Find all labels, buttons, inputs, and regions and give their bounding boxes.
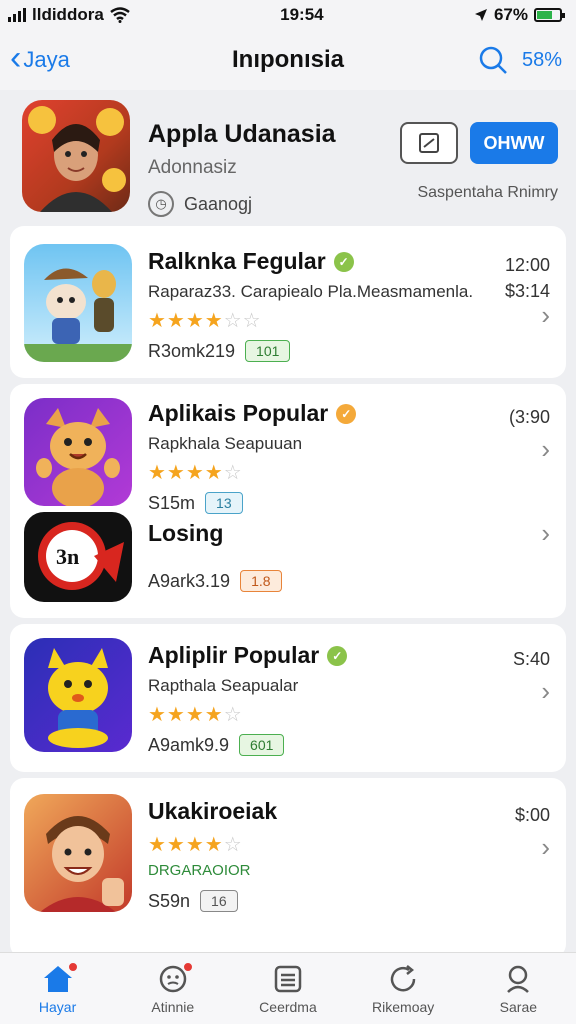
- chevron-right-icon[interactable]: ›: [541, 300, 550, 331]
- chevron-right-icon[interactable]: ›: [541, 832, 550, 863]
- apps-icon: [271, 963, 305, 995]
- tab-label: Hayar: [38, 998, 77, 1015]
- featured-app-meta: Gaanogj: [184, 193, 253, 214]
- verified-badge-icon: ✓: [327, 645, 348, 666]
- app-info: R3omk219: [148, 340, 236, 361]
- app-title: Apliplir Popular: [148, 642, 320, 668]
- app-subtitle: Raparaz33. Carapiealo Pla.Measmamenla.: [148, 282, 474, 301]
- notification-badge: [66, 960, 79, 973]
- app-icon: [24, 244, 132, 362]
- app-icon: [24, 794, 132, 912]
- get-button[interactable]: OHWW: [470, 122, 558, 164]
- nav-bar: ‹ Jaya Inıponısia 58%: [0, 30, 576, 90]
- app-info: A9ark3.19: [148, 570, 231, 591]
- games-icon: [156, 960, 194, 995]
- list-item[interactable]: 3n Losing A9ark3.19 1.8 ›: [10, 496, 566, 606]
- list-item[interactable]: Apliplir Popular ✓ Rapthala Seapualar ★★…: [10, 624, 566, 756]
- battery-percent: 67%: [493, 5, 528, 24]
- carrier-label: lldiddora: [32, 5, 104, 24]
- signal-icon: [8, 8, 26, 22]
- app-pill: 1.8: [240, 570, 282, 592]
- back-button[interactable]: ‹ Jaya: [10, 39, 70, 77]
- rating-stars: ★★★★☆☆: [148, 310, 262, 332]
- clock-icon: ◷: [148, 191, 174, 217]
- tab-apps[interactable]: Ceerdma: [233, 963, 343, 1015]
- edit-icon: [419, 133, 439, 153]
- verified-badge-icon: ✓: [336, 403, 357, 424]
- chevron-right-icon[interactable]: ›: [541, 518, 550, 549]
- app-title: Ukakiroeiak: [148, 798, 278, 824]
- app-card: Ralknka Fegular ✓ Raparaz33. Carapiealo …: [10, 226, 566, 378]
- tab-label: Atinnie: [151, 998, 195, 1015]
- tab-label: Ceerdma: [259, 998, 317, 1015]
- refresh-icon: [386, 963, 420, 995]
- app-subtitle: DRGARAOIOR: [148, 862, 251, 879]
- app-title: Aplikais Popular: [148, 400, 329, 426]
- tab-label: Sarae: [499, 998, 538, 1015]
- app-pill: 16: [200, 890, 238, 912]
- tab-label: Rikemoay: [372, 998, 435, 1015]
- list-item[interactable]: Aplikais Popular ✓ Rapkhala Seapuuan ★★★…: [10, 382, 566, 514]
- tab-search[interactable]: Sarae: [463, 963, 573, 1015]
- tab-updates[interactable]: Rikemoay: [348, 963, 458, 1015]
- app-icon: [24, 638, 132, 752]
- chevron-right-icon[interactable]: ›: [541, 676, 550, 707]
- verified-badge-icon: ✓: [333, 251, 354, 272]
- rating-stars: ★★★★☆: [148, 834, 243, 856]
- notification-badge: [181, 960, 194, 973]
- app-info: A9amk9.9: [148, 734, 230, 755]
- status-time: 19:54: [280, 5, 324, 24]
- app-price: 12:00: [504, 255, 550, 275]
- app-title: Losing: [148, 520, 224, 546]
- tab-bar: Hayar Atinnie Ceerdma Rikemoay Sarae: [0, 952, 576, 1024]
- home-icon: [41, 960, 79, 995]
- list-item[interactable]: Ukakiroeiak ★★★★☆ DRGARAOIOR S59n 16 $:0…: [10, 780, 566, 912]
- svg-text:3n: 3n: [56, 544, 79, 569]
- chevron-right-icon[interactable]: ›: [541, 434, 550, 465]
- app-subtitle: Rapthala Seapualar: [148, 676, 299, 695]
- wifi-icon: [110, 7, 130, 23]
- app-info: S59n: [148, 890, 191, 911]
- tab-games[interactable]: Atinnie: [118, 960, 228, 1015]
- app-price: (3:90: [508, 407, 550, 427]
- app-pill: 601: [239, 734, 285, 756]
- app-icon: 3n: [24, 512, 132, 602]
- back-label: Jaya: [23, 47, 70, 72]
- app-card: Aplikais Popular ✓ Rapkhala Seapuuan ★★★…: [10, 384, 566, 618]
- rating-stars: ★★★★☆: [148, 462, 243, 484]
- nav-right-label[interactable]: 58%: [522, 49, 562, 72]
- featured-app[interactable]: Appla Udanasia Adonnasiz ◷ Gaanogj OHWW …: [0, 92, 576, 220]
- app-price: S:40: [512, 649, 550, 669]
- app-price: $:00: [514, 805, 550, 825]
- location-icon: [474, 9, 487, 21]
- rating-stars: ★★★★☆: [148, 704, 243, 726]
- battery-icon: [533, 8, 565, 22]
- app-pill: 101: [245, 340, 291, 362]
- search-icon: [501, 963, 535, 995]
- search-icon[interactable]: [478, 45, 508, 75]
- list-item[interactable]: Ralknka Fegular ✓ Raparaz33. Carapiealo …: [10, 230, 566, 362]
- app-card: Ukakiroeiak ★★★★☆ DRGARAOIOR S59n 16 $:0…: [10, 778, 566, 958]
- tab-home[interactable]: Hayar: [3, 960, 113, 1015]
- app-title: Ralknka Fegular: [148, 248, 326, 274]
- chevron-left-icon: ‹: [10, 39, 22, 77]
- app-icon: [24, 398, 132, 506]
- featured-app-icon: [22, 100, 130, 212]
- share-button[interactable]: [400, 122, 458, 164]
- app-card: Apliplir Popular ✓ Rapthala Seapualar ★★…: [10, 624, 566, 772]
- status-bar: lldiddora 19:54 67%: [0, 0, 576, 30]
- featured-app-note: Saspentaha Rnimry: [417, 184, 558, 201]
- app-subtitle: Rapkhala Seapuuan: [148, 434, 303, 453]
